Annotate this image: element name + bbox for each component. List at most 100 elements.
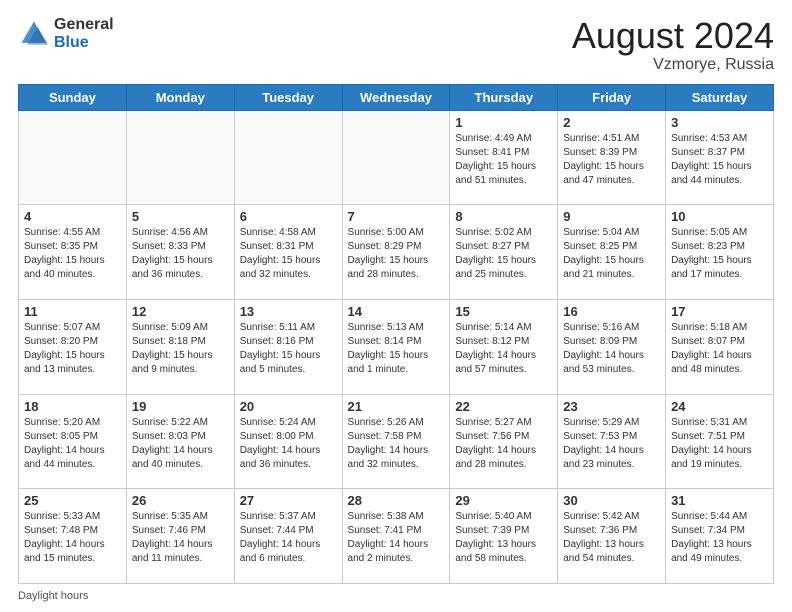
day-info: Sunrise: 5:02 AM Sunset: 8:27 PM Dayligh…: [455, 226, 552, 282]
calendar-cell: 26 Sunrise: 5:35 AM Sunset: 7:46 PM Dayli…: [126, 489, 234, 584]
calendar-cell: 12 Sunrise: 5:09 AM Sunset: 8:18 PM Dayli…: [126, 299, 234, 394]
day-info: Sunrise: 5:11 AM Sunset: 8:16 PM Dayligh…: [240, 321, 337, 377]
calendar-cell: 11Sunrise: 5:07 AM Sunset: 8:20 PM Dayli…: [19, 299, 127, 394]
day-number: 8: [455, 209, 552, 224]
calendar-cell: [342, 110, 450, 205]
day-info: Sunrise: 5:14 AM Sunset: 8:12 PM Dayligh…: [455, 321, 552, 377]
day-number: 10: [671, 209, 768, 224]
day-number: 12: [132, 304, 229, 319]
calendar-cell: 4 Sunrise: 4:55 AM Sunset: 8:35 PM Daylig…: [19, 205, 127, 300]
day-number: 16: [563, 304, 660, 319]
day-info: Sunrise: 5:38 AM Sunset: 7:41 PM Dayligh…: [348, 510, 445, 566]
calendar-header-saturday: Saturday: [666, 84, 774, 110]
calendar-header-sunday: Sunday: [19, 84, 127, 110]
day-info: Sunrise: 5:00 AM Sunset: 8:29 PM Dayligh…: [348, 226, 445, 282]
calendar-cell: 17Sunrise: 5:18 AM Sunset: 8:07 PM Dayli…: [666, 299, 774, 394]
day-info: Sunrise: 5:27 AM Sunset: 7:56 PM Dayligh…: [455, 416, 552, 472]
day-number: 4: [24, 209, 121, 224]
calendar-header-friday: Friday: [558, 84, 666, 110]
day-info: Sunrise: 5:04 AM Sunset: 8:25 PM Dayligh…: [563, 226, 660, 282]
calendar-cell: 6 Sunrise: 4:58 AM Sunset: 8:31 PM Daylig…: [234, 205, 342, 300]
day-info: Sunrise: 4:55 AM Sunset: 8:35 PM Dayligh…: [24, 226, 121, 282]
day-info: Sunrise: 5:18 AM Sunset: 8:07 PM Dayligh…: [671, 321, 768, 377]
calendar-week-2: 4 Sunrise: 4:55 AM Sunset: 8:35 PM Daylig…: [19, 205, 774, 300]
calendar-cell: 15 Sunrise: 5:14 AM Sunset: 8:12 PM Dayli…: [450, 299, 558, 394]
calendar-week-1: 1Sunrise: 4:49 AM Sunset: 8:41 PM Daylig…: [19, 110, 774, 205]
calendar-cell: 24 Sunrise: 5:31 AM Sunset: 7:51 PM Dayli…: [666, 394, 774, 489]
logo-general: General: [54, 16, 114, 34]
day-number: 26: [132, 493, 229, 508]
page: General Blue August 2024 Vzmorye, Russia…: [0, 0, 792, 612]
day-number: 2: [563, 115, 660, 130]
day-info: Sunrise: 5:09 AM Sunset: 8:18 PM Dayligh…: [132, 321, 229, 377]
day-number: 28: [348, 493, 445, 508]
day-number: 22: [455, 399, 552, 414]
calendar-week-4: 18 Sunrise: 5:20 AM Sunset: 8:05 PM Dayli…: [19, 394, 774, 489]
day-info: Sunrise: 5:37 AM Sunset: 7:44 PM Dayligh…: [240, 510, 337, 566]
day-number: 19: [132, 399, 229, 414]
calendar-cell: 31 Sunrise: 5:44 AM Sunset: 7:34 PM Dayli…: [666, 489, 774, 584]
day-info: Sunrise: 5:33 AM Sunset: 7:48 PM Dayligh…: [24, 510, 121, 566]
calendar-cell: 5Sunrise: 4:56 AM Sunset: 8:33 PM Daylig…: [126, 205, 234, 300]
calendar-cell: 28 Sunrise: 5:38 AM Sunset: 7:41 PM Dayli…: [342, 489, 450, 584]
calendar-header-wednesday: Wednesday: [342, 84, 450, 110]
day-info: Sunrise: 5:31 AM Sunset: 7:51 PM Dayligh…: [671, 416, 768, 472]
footer-label: Daylight hours: [18, 590, 88, 602]
day-number: 25: [24, 493, 121, 508]
logo-icon: [18, 18, 50, 50]
day-info: Sunrise: 5:35 AM Sunset: 7:46 PM Dayligh…: [132, 510, 229, 566]
calendar-cell: 13Sunrise: 5:11 AM Sunset: 8:16 PM Dayli…: [234, 299, 342, 394]
day-info: Sunrise: 5:05 AM Sunset: 8:23 PM Dayligh…: [671, 226, 768, 282]
logo-blue: Blue: [54, 34, 114, 52]
calendar-cell: 27Sunrise: 5:37 AM Sunset: 7:44 PM Dayli…: [234, 489, 342, 584]
day-number: 24: [671, 399, 768, 414]
calendar-cell: 3 Sunrise: 4:53 AM Sunset: 8:37 PM Daylig…: [666, 110, 774, 205]
day-number: 15: [455, 304, 552, 319]
calendar-cell: 23Sunrise: 5:29 AM Sunset: 7:53 PM Dayli…: [558, 394, 666, 489]
day-info: Sunrise: 4:53 AM Sunset: 8:37 PM Dayligh…: [671, 132, 768, 188]
title-block: August 2024 Vzmorye, Russia: [572, 16, 774, 74]
day-number: 3: [671, 115, 768, 130]
calendar-cell: 25 Sunrise: 5:33 AM Sunset: 7:48 PM Dayli…: [19, 489, 127, 584]
day-info: Sunrise: 4:49 AM Sunset: 8:41 PM Dayligh…: [455, 132, 552, 188]
day-number: 18: [24, 399, 121, 414]
calendar-header-row: SundayMondayTuesdayWednesdayThursdayFrid…: [19, 84, 774, 110]
calendar-cell: 16 Sunrise: 5:16 AM Sunset: 8:09 PM Dayli…: [558, 299, 666, 394]
day-info: Sunrise: 5:29 AM Sunset: 7:53 PM Dayligh…: [563, 416, 660, 472]
day-info: Sunrise: 5:24 AM Sunset: 8:00 PM Dayligh…: [240, 416, 337, 472]
day-number: 6: [240, 209, 337, 224]
calendar-cell: [126, 110, 234, 205]
calendar-cell: 22 Sunrise: 5:27 AM Sunset: 7:56 PM Dayli…: [450, 394, 558, 489]
calendar-header-thursday: Thursday: [450, 84, 558, 110]
day-number: 20: [240, 399, 337, 414]
calendar-cell: [19, 110, 127, 205]
calendar-cell: 30Sunrise: 5:42 AM Sunset: 7:36 PM Dayli…: [558, 489, 666, 584]
calendar-cell: 20 Sunrise: 5:24 AM Sunset: 8:00 PM Dayli…: [234, 394, 342, 489]
calendar-cell: 10 Sunrise: 5:05 AM Sunset: 8:23 PM Dayli…: [666, 205, 774, 300]
day-number: 21: [348, 399, 445, 414]
calendar-cell: [234, 110, 342, 205]
calendar-cell: 2Sunrise: 4:51 AM Sunset: 8:39 PM Daylig…: [558, 110, 666, 205]
day-number: 31: [671, 493, 768, 508]
calendar-cell: 14 Sunrise: 5:13 AM Sunset: 8:14 PM Dayli…: [342, 299, 450, 394]
footer: Daylight hours: [18, 590, 774, 602]
day-info: Sunrise: 5:40 AM Sunset: 7:39 PM Dayligh…: [455, 510, 552, 566]
calendar-cell: 7 Sunrise: 5:00 AM Sunset: 8:29 PM Daylig…: [342, 205, 450, 300]
location: Vzmorye, Russia: [572, 56, 774, 74]
calendar-cell: 8 Sunrise: 5:02 AM Sunset: 8:27 PM Daylig…: [450, 205, 558, 300]
day-info: Sunrise: 4:58 AM Sunset: 8:31 PM Dayligh…: [240, 226, 337, 282]
day-info: Sunrise: 5:44 AM Sunset: 7:34 PM Dayligh…: [671, 510, 768, 566]
logo: General Blue: [18, 16, 114, 51]
calendar-week-3: 11Sunrise: 5:07 AM Sunset: 8:20 PM Dayli…: [19, 299, 774, 394]
day-info: Sunrise: 5:16 AM Sunset: 8:09 PM Dayligh…: [563, 321, 660, 377]
day-info: Sunrise: 5:13 AM Sunset: 8:14 PM Dayligh…: [348, 321, 445, 377]
calendar-header-monday: Monday: [126, 84, 234, 110]
day-info: Sunrise: 5:42 AM Sunset: 7:36 PM Dayligh…: [563, 510, 660, 566]
calendar-table: SundayMondayTuesdayWednesdayThursdayFrid…: [18, 84, 774, 584]
day-info: Sunrise: 5:20 AM Sunset: 8:05 PM Dayligh…: [24, 416, 121, 472]
day-number: 14: [348, 304, 445, 319]
day-number: 7: [348, 209, 445, 224]
day-info: Sunrise: 5:26 AM Sunset: 7:58 PM Dayligh…: [348, 416, 445, 472]
calendar-cell: 19Sunrise: 5:22 AM Sunset: 8:03 PM Dayli…: [126, 394, 234, 489]
logo-text: General Blue: [54, 16, 114, 51]
